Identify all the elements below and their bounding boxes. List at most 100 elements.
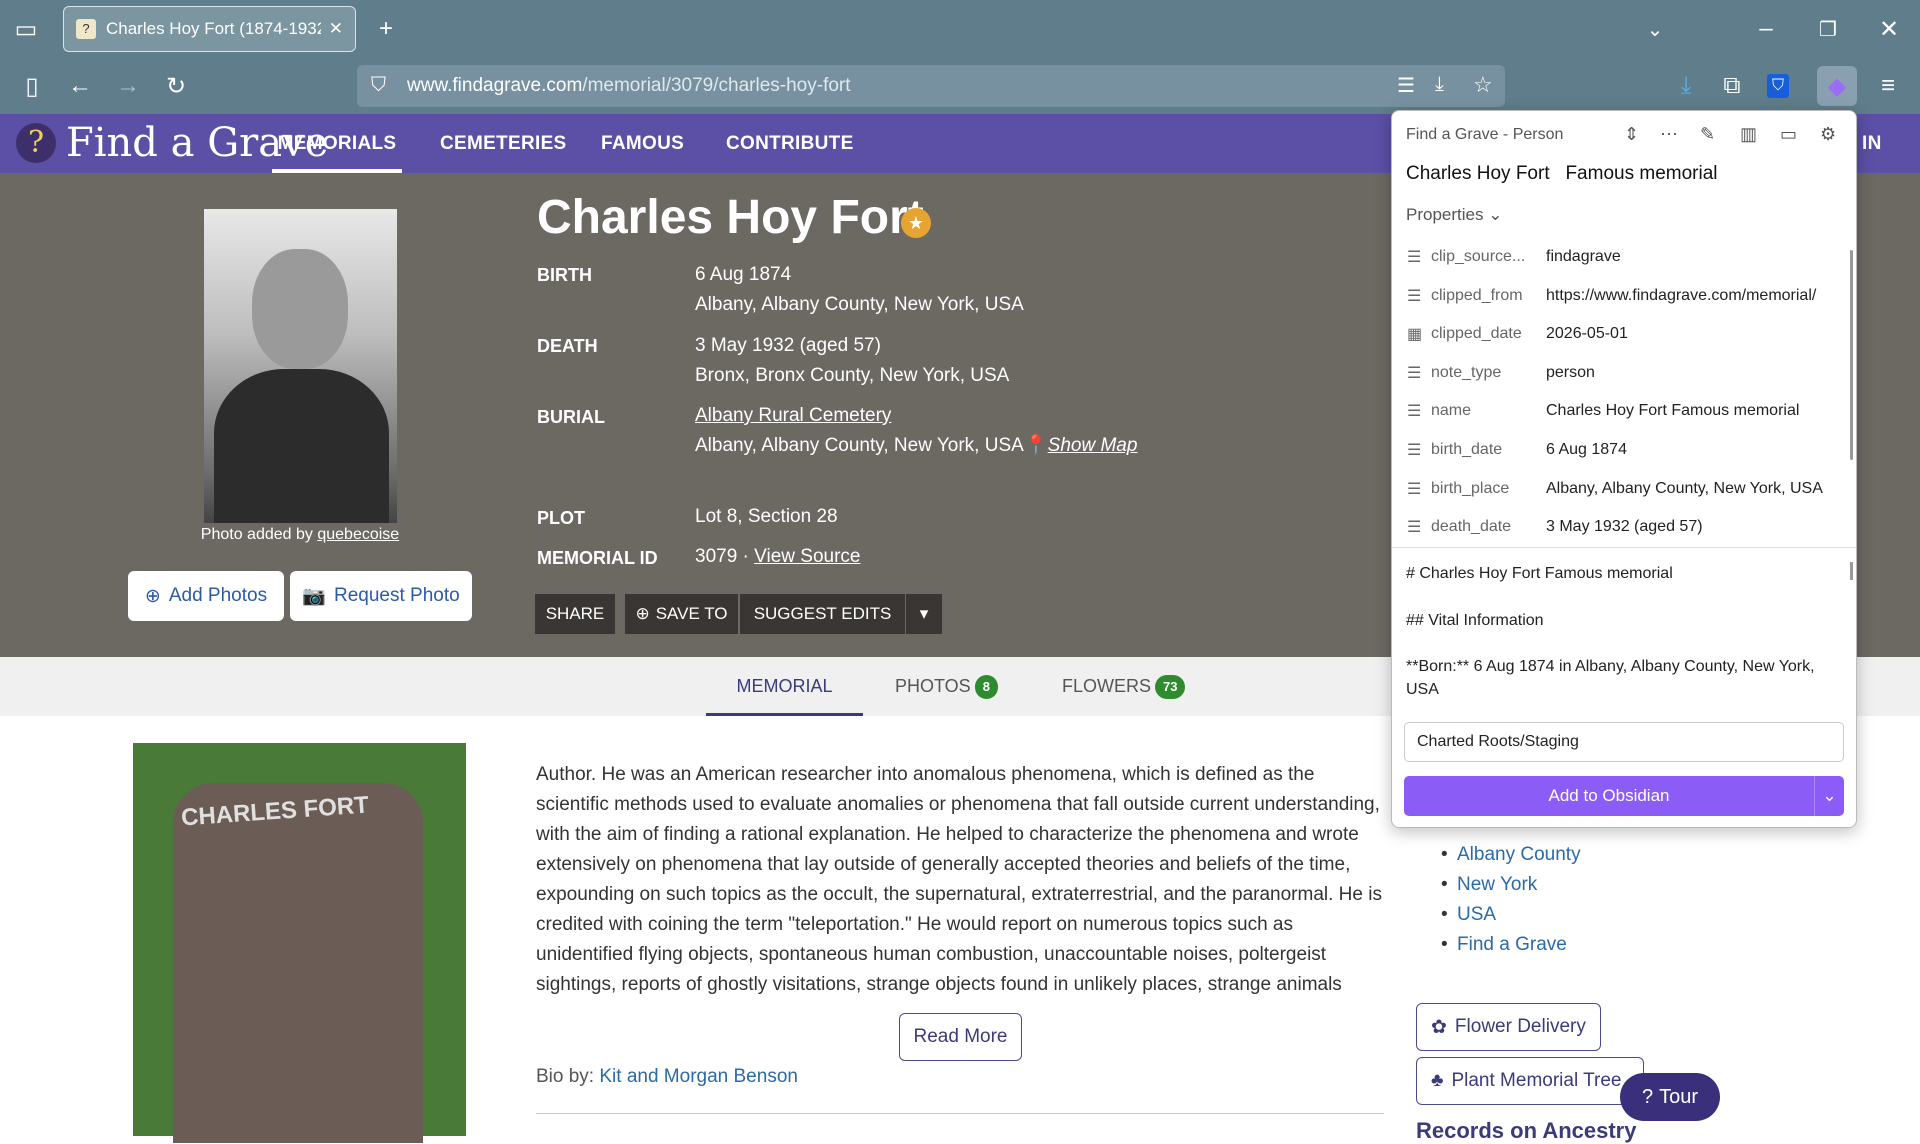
gravestone-photo[interactable]: CHARLES FORT (133, 743, 466, 1143)
window-close-icon[interactable]: ✕ (1869, 9, 1909, 49)
property-row[interactable]: ▦ clipped_date 2026-05-01 (1407, 315, 1847, 353)
shield-icon[interactable]: ⛉ (371, 74, 386, 97)
cemetery-link[interactable]: Albany Rural Cemetery (695, 405, 891, 426)
more-dropdown-icon[interactable]: ▾ (906, 594, 942, 634)
nav-contribute[interactable]: CONTRIBUTE (726, 114, 854, 173)
extensions-icon[interactable]: ⧉ (1712, 66, 1752, 106)
reader-view-icon[interactable]: ☰ (1397, 73, 1415, 98)
content-scrollbar[interactable] (1850, 562, 1853, 580)
properties-toggle[interactable]: Properties ⌄ (1406, 205, 1502, 225)
reader-icon[interactable]: ▥ (1740, 124, 1757, 145)
note-title-field[interactable]: Charles Hoy Fort Famous memorial (1406, 163, 1718, 185)
share-button[interactable]: SHARE (535, 594, 615, 634)
add-to-obsidian-button[interactable]: Add to Obsidian ⌄ (1404, 776, 1844, 816)
properties-label: Properties (1406, 205, 1484, 224)
embed-icon[interactable]: ▭ (1780, 124, 1797, 145)
add-photos-button[interactable]: ⊕ Add Photos (128, 571, 284, 621)
favicon-icon: ? (76, 19, 96, 39)
photo-credit-user[interactable]: quebecoise (317, 526, 399, 543)
menu-icon[interactable]: ≡ (1868, 66, 1908, 106)
request-photo-button[interactable]: 📷 Request Photo (290, 571, 472, 621)
address-bar[interactable]: ⛉ www.findagrave.com/memorial/3079/charl… (357, 65, 1505, 107)
save-page-icon[interactable]: ⤓ (1435, 73, 1444, 96)
suggest-edits-button[interactable]: SUGGEST EDITS (740, 594, 905, 634)
nav-cemeteries[interactable]: CEMETERIES (440, 114, 567, 173)
sidebar-link-albany-county[interactable]: Albany County (1441, 844, 1581, 866)
nav-sign-in[interactable]: IN (1862, 114, 1882, 173)
death-place: Bronx, Bronx County, New York, USA (695, 365, 1010, 386)
chevron-down-icon[interactable]: ⌄ (1635, 9, 1675, 49)
chevron-down-icon[interactable]: ⌄ (1814, 776, 1844, 816)
memorial-id: 3079 · View Source (695, 546, 860, 568)
properties-scrollbar[interactable] (1850, 250, 1853, 460)
sidebar-link-usa[interactable]: USA (1441, 904, 1496, 926)
nav-memorials[interactable]: MEMORIALS (272, 114, 402, 173)
portrait-photo[interactable] (204, 209, 397, 523)
flower-delivery-button[interactable]: ✿ Flower Delivery (1416, 1003, 1601, 1051)
burial-label: BURIAL (537, 407, 605, 427)
sidebar-toggle-icon[interactable]: ▯ (12, 66, 52, 106)
bookmark-star-icon[interactable]: ☆ (1473, 72, 1493, 98)
property-value[interactable]: 6 Aug 1874 (1546, 441, 1847, 459)
memorial-name: Charles Hoy Fort (537, 191, 924, 244)
new-tab-icon[interactable]: + (366, 9, 406, 49)
bitwarden-icon[interactable]: ⛉ (1758, 66, 1798, 106)
forward-icon[interactable]: → (108, 66, 148, 106)
property-value[interactable]: findagrave (1546, 248, 1847, 266)
browser-tab[interactable]: ? Charles Hoy Fort (1874-1932) - ✕ (63, 6, 356, 52)
burial-cemetery: Albany Rural Cemetery (695, 405, 891, 427)
property-value[interactable]: 3 May 1932 (aged 57) (1546, 518, 1847, 536)
show-map-link[interactable]: Show Map (1048, 435, 1138, 456)
bio-by: Bio by: Kit and Morgan Benson (536, 1066, 798, 1088)
tab-flowers[interactable]: FLOWERS 73 (1062, 657, 1186, 716)
plant-tree-button[interactable]: ♣ Plant Memorial Tree (1416, 1057, 1644, 1105)
tab-photos[interactable]: PHOTOS 8 (895, 657, 998, 716)
death-label: DEATH (537, 336, 598, 356)
minimize-icon[interactable]: – (1746, 9, 1786, 49)
download-icon[interactable]: ⤓ (1666, 66, 1706, 106)
flowers-count-badge: 73 (1155, 675, 1186, 700)
more-icon[interactable]: ⋯ (1660, 124, 1678, 145)
property-row[interactable]: ☰ clip_source... findagrave (1407, 238, 1847, 276)
tour-button[interactable]: ? Tour (1620, 1073, 1720, 1121)
back-icon[interactable]: ← (60, 66, 100, 106)
chevron-down-icon: ⌄ (1488, 205, 1503, 224)
property-value[interactable]: Charles Hoy Fort Famous memorial (1546, 402, 1847, 420)
property-value[interactable]: Albany, Albany County, New York, USA (1546, 480, 1847, 498)
sidebar-link-new-york[interactable]: New York (1441, 874, 1537, 896)
property-row[interactable]: ☰ death_date 3 May 1932 (aged 57) (1407, 508, 1847, 546)
save-to-button[interactable]: ⊕ SAVE TO (625, 594, 738, 634)
close-tab-icon[interactable]: ✕ (329, 19, 343, 39)
property-value[interactable]: https://www.findagrave.com/memorial/ (1546, 287, 1847, 305)
template-switch-icon[interactable]: ⇕ (1624, 124, 1639, 145)
property-row[interactable]: ☰ clipped_from https://www.findagrave.com/… (1407, 277, 1847, 315)
show-map[interactable]: 📍Show Map (1024, 433, 1137, 457)
property-value[interactable]: person (1546, 364, 1847, 382)
template-select[interactable]: Find a Grave - Person (1406, 126, 1563, 144)
property-row[interactable]: ☰ birth_place Albany, Albany County, New Y… (1407, 470, 1847, 508)
tab-memorial[interactable]: MEMORIAL (706, 657, 863, 716)
nav-famous[interactable]: FAMOUS (601, 114, 684, 173)
camera-icon: 📷 (302, 586, 326, 607)
highlighter-icon[interactable]: ✎ (1700, 124, 1715, 145)
obsidian-clipper-icon[interactable]: ◆ (1817, 66, 1857, 106)
vault-path-input[interactable]: Charted Roots/Staging (1404, 722, 1844, 762)
view-source-link[interactable]: View Source (754, 546, 860, 567)
logo-icon: ? (16, 123, 56, 163)
sidebar-link-find-a-grave[interactable]: Find a Grave (1441, 934, 1567, 956)
property-key: note_type (1431, 364, 1502, 381)
text-icon: ☰ (1407, 288, 1422, 305)
bio-author-link[interactable]: Kit and Morgan Benson (599, 1066, 798, 1087)
property-row[interactable]: ☰ note_type person (1407, 354, 1847, 392)
restore-icon[interactable]: ❐ (1808, 9, 1848, 49)
settings-gear-icon[interactable]: ⚙ (1820, 124, 1836, 145)
tab-list-icon[interactable]: ▭ (6, 9, 46, 49)
divider (536, 1113, 1384, 1114)
read-more-button[interactable]: Read More (899, 1013, 1022, 1061)
property-row[interactable]: ☰ birth_date 6 Aug 1874 (1407, 431, 1847, 469)
bio-text: Author. He was an American researcher in… (536, 764, 1382, 995)
reload-icon[interactable]: ↻ (156, 66, 196, 106)
text-icon: ☰ (1407, 403, 1422, 420)
property-row[interactable]: ☰ name Charles Hoy Fort Famous memorial (1407, 392, 1847, 430)
property-value[interactable]: 2026-05-01 (1546, 325, 1847, 343)
